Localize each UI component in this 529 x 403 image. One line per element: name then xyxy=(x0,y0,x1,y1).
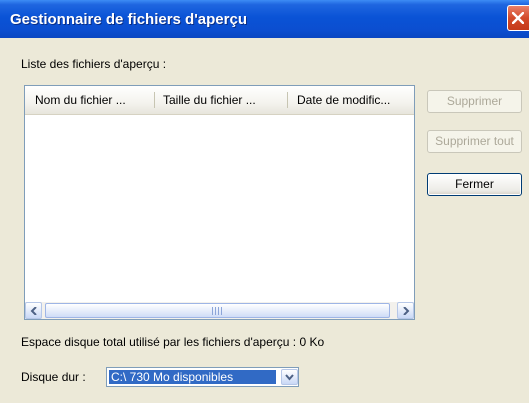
drive-label: Disque dur : xyxy=(21,370,86,384)
chevron-down-icon xyxy=(285,374,294,381)
close-icon xyxy=(512,12,524,24)
delete-button[interactable]: Supprimer xyxy=(427,90,522,113)
scroll-thumb[interactable] xyxy=(45,303,390,318)
drive-selected-value: C:\ 730 Mo disponibles xyxy=(109,370,276,384)
column-header-size[interactable]: Taille du fichier ... xyxy=(163,86,283,114)
column-header-date[interactable]: Date de modific... xyxy=(297,86,411,114)
preview-file-list[interactable]: Nom du fichier ... Taille du fichier ...… xyxy=(24,85,415,320)
column-separator[interactable] xyxy=(287,92,288,108)
arrow-left-icon xyxy=(30,307,37,315)
column-separator[interactable] xyxy=(154,92,155,108)
drive-select[interactable]: C:\ 730 Mo disponibles xyxy=(106,367,299,387)
scroll-grip xyxy=(212,307,224,315)
close-button[interactable]: Fermer xyxy=(427,173,522,196)
arrow-right-icon xyxy=(403,307,410,315)
close-window-button[interactable] xyxy=(507,5,529,31)
column-header-name[interactable]: Nom du fichier ... xyxy=(35,86,153,114)
list-header: Nom du fichier ... Taille du fichier ...… xyxy=(25,86,414,115)
disk-usage-text: Espace disque total utilisé par les fich… xyxy=(21,335,325,349)
drive-dropdown-button[interactable] xyxy=(281,369,298,385)
title-bar: Gestionnaire de fichiers d'aperçu xyxy=(0,0,529,38)
scroll-left-button[interactable] xyxy=(25,302,42,319)
window-title: Gestionnaire de fichiers d'aperçu xyxy=(10,11,247,28)
scroll-right-button[interactable] xyxy=(397,302,414,319)
horizontal-scrollbar[interactable] xyxy=(25,302,414,319)
delete-all-button[interactable]: Supprimer tout xyxy=(427,130,522,153)
file-list-label: Liste des fichiers d'aperçu : xyxy=(21,57,167,71)
